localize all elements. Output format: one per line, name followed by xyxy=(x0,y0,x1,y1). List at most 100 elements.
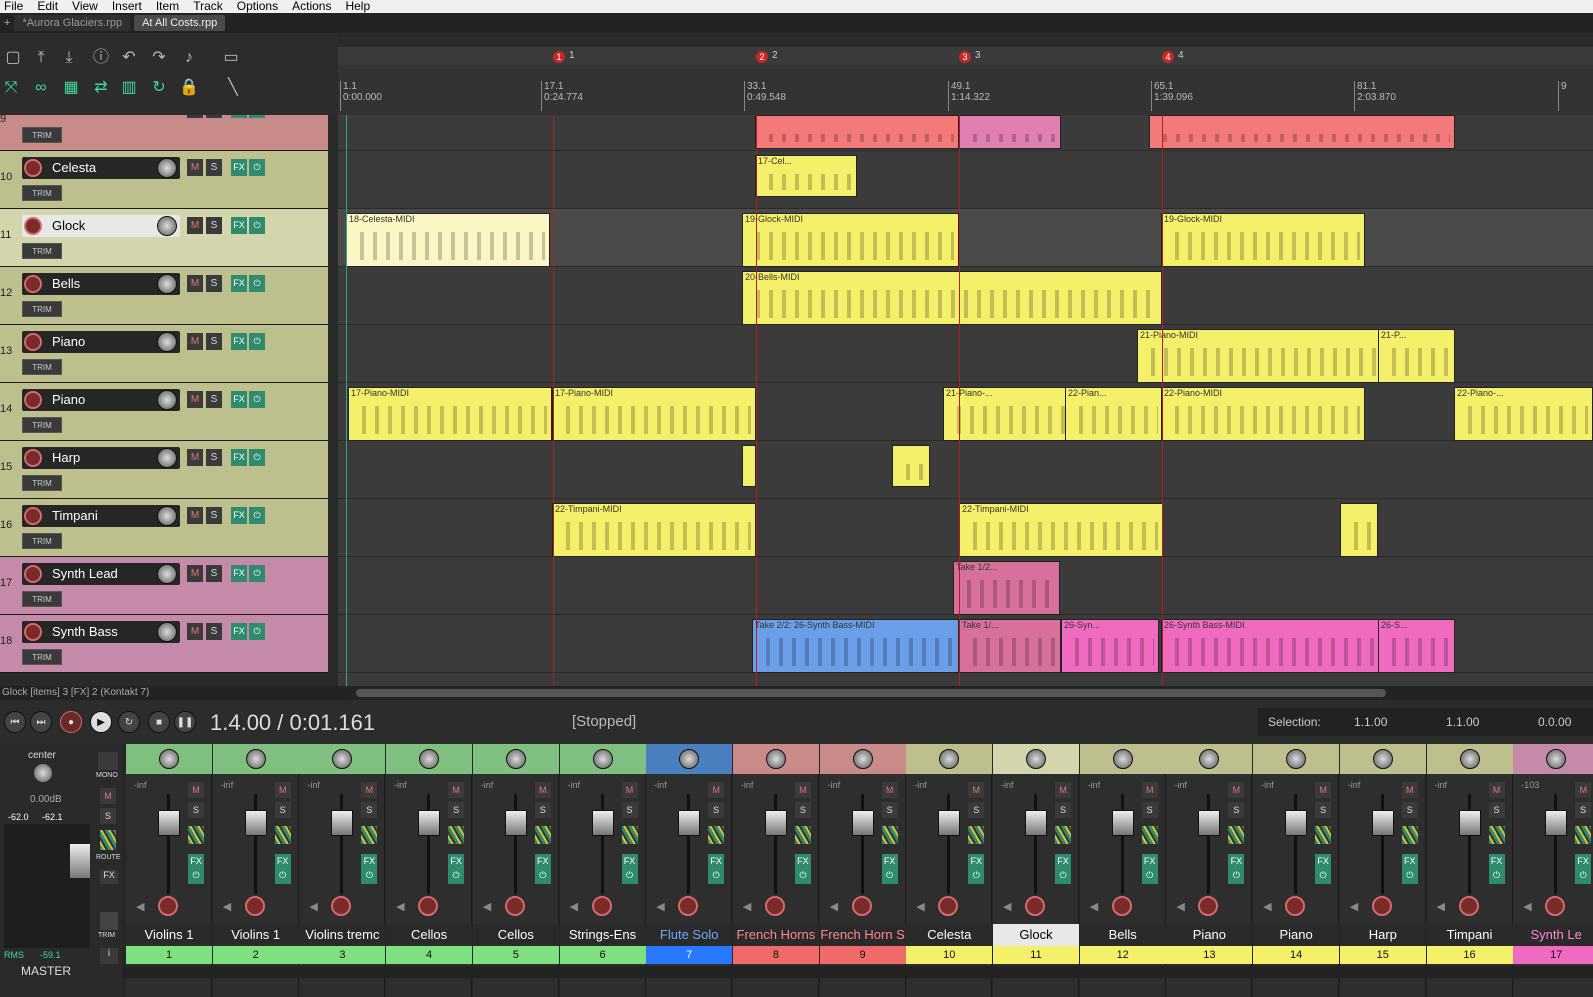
power-icon[interactable]: ⏻ xyxy=(249,217,265,234)
power-icon[interactable]: ⏻ xyxy=(1228,868,1244,882)
track-header[interactable]: 17 Synth Lead M S FX ⏻ TRIM xyxy=(0,557,328,615)
volume-knob[interactable] xyxy=(157,390,177,410)
project-tab-aurora[interactable]: *Aurora Glaciers.rpp xyxy=(14,15,131,31)
trim-button[interactable]: TRIM xyxy=(22,185,62,201)
fader-cap[interactable] xyxy=(1458,810,1481,836)
go-end-icon[interactable]: ⏭ xyxy=(30,711,52,733)
mute-button[interactable]: M xyxy=(187,391,203,408)
strip-name[interactable]: Violins tremc xyxy=(299,924,386,946)
track-header[interactable]: 9 M S FX ⏻ TRIM xyxy=(0,115,328,151)
media-item[interactable]: 18-Celesta-MIDI xyxy=(346,213,550,267)
solo-button[interactable]: S xyxy=(206,333,222,350)
record-arm-icon[interactable] xyxy=(418,896,439,916)
volume-fader[interactable] xyxy=(1198,794,1221,894)
fader-cap[interactable] xyxy=(331,810,354,836)
solo-button[interactable]: S xyxy=(534,802,551,818)
fx-button[interactable]: FX ⏻ xyxy=(361,854,378,884)
timeline-ruler[interactable]: 1 1 2 2 3 3 4 4 1.1 0:00.000 17.1 0:24.774 33.1 0:49.… xyxy=(338,47,1593,115)
mute-button[interactable]: M xyxy=(188,782,204,798)
menu-view[interactable]: View xyxy=(68,0,102,13)
phase-icon[interactable] xyxy=(881,826,898,844)
pan-knob[interactable] xyxy=(332,749,353,769)
marker-2[interactable]: 2 xyxy=(756,51,768,63)
open-icon[interactable]: ⤒ xyxy=(30,47,52,69)
media-item[interactable]: 22-Timpani-MIDI xyxy=(959,503,1163,557)
record-arm-icon[interactable] xyxy=(1458,896,1479,916)
track-lane[interactable] xyxy=(338,441,1593,499)
redo-icon[interactable]: ↷ xyxy=(148,47,170,69)
mute-button[interactable]: M xyxy=(187,217,203,234)
record-arm-icon[interactable] xyxy=(678,896,699,916)
mute-button[interactable]: M xyxy=(274,782,291,798)
record-arm-icon[interactable] xyxy=(24,449,42,467)
solo-button[interactable]: S xyxy=(1055,802,1071,818)
master-fader[interactable] xyxy=(70,844,90,878)
solo-button[interactable]: S xyxy=(206,565,222,582)
stop-button[interactable]: ■ xyxy=(148,711,170,733)
mute-button[interactable]: M xyxy=(1575,782,1592,798)
tab-add-icon[interactable]: + xyxy=(0,17,14,29)
solo-button[interactable]: S xyxy=(206,159,222,176)
fx-button[interactable]: FX ⏻ xyxy=(968,854,985,884)
volume-fader[interactable] xyxy=(158,794,180,894)
mixer-strip[interactable]: -inf M S FX ⏻ ◀ French Horn S 9 xyxy=(819,744,906,997)
mute-button[interactable]: M xyxy=(1488,782,1505,798)
solo-button[interactable]: S xyxy=(206,115,222,118)
save-icon[interactable]: ⤓ xyxy=(58,47,80,69)
record-arm-icon[interactable] xyxy=(591,896,612,916)
pan-knob[interactable] xyxy=(1199,749,1220,769)
solo-button[interactable]: S xyxy=(1315,802,1332,818)
fader-cap[interactable] xyxy=(1025,810,1047,836)
repeat-button[interactable]: ↻ xyxy=(118,711,140,733)
volume-fader[interactable] xyxy=(1285,794,1308,894)
fader-cap[interactable] xyxy=(591,810,614,836)
record-arm-icon[interactable] xyxy=(244,896,265,916)
fx-button[interactable]: FX ⏻ xyxy=(534,854,551,884)
record-arm-icon[interactable] xyxy=(938,896,959,916)
speaker-icon[interactable]: ◀ xyxy=(570,900,578,913)
mute-button[interactable]: M xyxy=(187,565,203,582)
fx-button[interactable]: FX ⏻ xyxy=(1228,854,1245,884)
record-arm-icon[interactable] xyxy=(24,565,42,583)
speaker-icon[interactable]: ◀ xyxy=(223,900,231,913)
fx-button[interactable]: FX xyxy=(231,449,247,466)
scroll-thumb[interactable] xyxy=(356,689,1386,697)
media-item[interactable] xyxy=(755,115,959,149)
phase-icon[interactable] xyxy=(448,826,465,844)
mute-button[interactable]: M xyxy=(1315,782,1332,798)
media-item[interactable]: Take 2/2: 26-Synth Bass-MIDI xyxy=(752,619,959,673)
trim-button[interactable]: TRIM xyxy=(22,417,62,433)
phase-icon[interactable] xyxy=(968,826,985,844)
power-icon[interactable]: ⏻ xyxy=(188,868,204,882)
phase-icon[interactable] xyxy=(708,826,725,844)
solo-button[interactable]: S xyxy=(621,802,638,818)
phase-icon[interactable] xyxy=(534,826,551,844)
trim-button[interactable]: TRIM xyxy=(22,243,62,259)
pan-knob[interactable] xyxy=(1026,749,1046,769)
record-arm-icon[interactable] xyxy=(764,896,785,916)
solo-button[interactable]: S xyxy=(794,802,811,818)
strip-name[interactable]: Harp xyxy=(1339,924,1426,946)
power-icon[interactable]: ⏻ xyxy=(708,868,724,882)
fx-button[interactable]: FX ⏻ xyxy=(188,854,204,884)
media-item[interactable]: 17-Piano-MIDI xyxy=(348,387,552,441)
strip-name[interactable]: Piano xyxy=(1253,924,1340,946)
track-header[interactable]: 14 Piano M S FX ⏻ TRIM xyxy=(0,383,328,441)
solo-button[interactable]: S xyxy=(206,449,222,466)
trim-button[interactable]: TRIM xyxy=(22,359,62,375)
fx-button[interactable]: FX ⏻ xyxy=(794,854,811,884)
power-icon[interactable]: ⏻ xyxy=(249,333,265,350)
record-arm-icon[interactable] xyxy=(504,896,525,916)
strip-name[interactable]: Bells xyxy=(1079,924,1166,946)
pan-knob[interactable] xyxy=(1286,749,1307,769)
phase-icon[interactable] xyxy=(1055,826,1071,844)
media-item[interactable] xyxy=(1340,503,1378,557)
solo-button[interactable]: S xyxy=(361,802,378,818)
media-item[interactable]: 26-S... xyxy=(1378,619,1455,673)
solo-button[interactable]: S xyxy=(188,802,204,818)
fx-button[interactable]: FX ⏻ xyxy=(708,854,725,884)
menu-insert[interactable]: Insert xyxy=(108,0,146,13)
solo-button[interactable]: S xyxy=(1401,802,1418,818)
fx-button[interactable]: FX xyxy=(231,623,247,640)
mixer-strip[interactable]: -inf M S FX ⏻ ◀ Bells 12 xyxy=(1079,744,1166,997)
